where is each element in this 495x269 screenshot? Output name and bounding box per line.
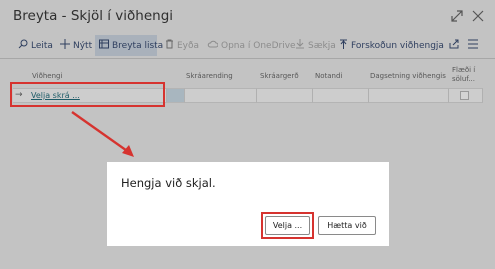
- search-button-label: Leita: [31, 40, 53, 51]
- grid-cell-file-extension[interactable]: [184, 88, 256, 103]
- edit-list-button[interactable]: Breyta lista: [95, 35, 163, 56]
- title-bar: Breyta - Skjöl í viðhengi: [0, 0, 495, 34]
- preview-attachments-button[interactable]: Forskoðun viðhengja: [335, 35, 448, 56]
- download-button-label: Sækja: [308, 40, 336, 51]
- open-onedrive-label: Opna í OneDrive: [221, 40, 296, 51]
- close-icon[interactable]: [471, 9, 485, 23]
- share-icon[interactable]: [449, 39, 460, 52]
- trash-icon: [165, 39, 174, 52]
- column-header-attachment-date[interactable]: Dagsetning viðhengis: [370, 72, 446, 80]
- download-icon: [295, 39, 305, 52]
- column-header-user[interactable]: Notandi: [315, 72, 342, 80]
- dialog-message: Hengja við skjal.: [121, 176, 216, 190]
- grid-cell-user[interactable]: [312, 88, 368, 103]
- page-title: Breyta - Skjöl í viðhengi: [13, 8, 174, 24]
- column-header-flow-sales[interactable]: Flæði í söluf...: [452, 66, 480, 83]
- link-highlight-box: [10, 82, 165, 107]
- list-menu-icon[interactable]: [468, 39, 478, 52]
- pin-icon: [339, 39, 348, 52]
- search-icon: [18, 39, 28, 52]
- edit-list-button-label: Breyta lista: [112, 40, 164, 51]
- column-header-file-extension[interactable]: Skráarending: [186, 72, 233, 80]
- expand-icon[interactable]: [450, 9, 464, 23]
- open-onedrive-button[interactable]: Opna í OneDrive: [203, 35, 300, 56]
- action-toolbar: Leita Nýtt Breyta lista Eyða Opna í OneD…: [0, 35, 495, 57]
- new-button-label: Nýtt: [73, 40, 93, 51]
- cancel-button[interactable]: Hætta við: [318, 216, 376, 235]
- cloud-icon: [207, 40, 219, 51]
- flow-checkbox[interactable]: [460, 91, 469, 100]
- toolbar-divider: [0, 58, 495, 59]
- grid-cell-date[interactable]: [368, 88, 448, 103]
- download-button[interactable]: Sækja: [291, 35, 340, 56]
- delete-button[interactable]: Eyða: [161, 35, 203, 56]
- column-header-file-type[interactable]: Skráargerð: [260, 72, 299, 80]
- grid-cell-selected[interactable]: [166, 88, 184, 103]
- delete-button-label: Eyða: [177, 40, 200, 51]
- grid-cell-file-type[interactable]: [256, 88, 312, 103]
- edit-list-icon: [99, 39, 109, 52]
- plus-icon: [60, 39, 70, 52]
- preview-attachments-label: Forskoðun viðhengja: [351, 40, 444, 51]
- new-button[interactable]: Nýtt: [56, 35, 96, 56]
- attach-dialog: Hengja við skjal. Velja ... Hætta við: [107, 162, 389, 246]
- search-button[interactable]: Leita: [14, 35, 57, 56]
- column-header-attachment[interactable]: Viðhengi: [32, 72, 62, 80]
- choose-button-highlight: [261, 212, 314, 239]
